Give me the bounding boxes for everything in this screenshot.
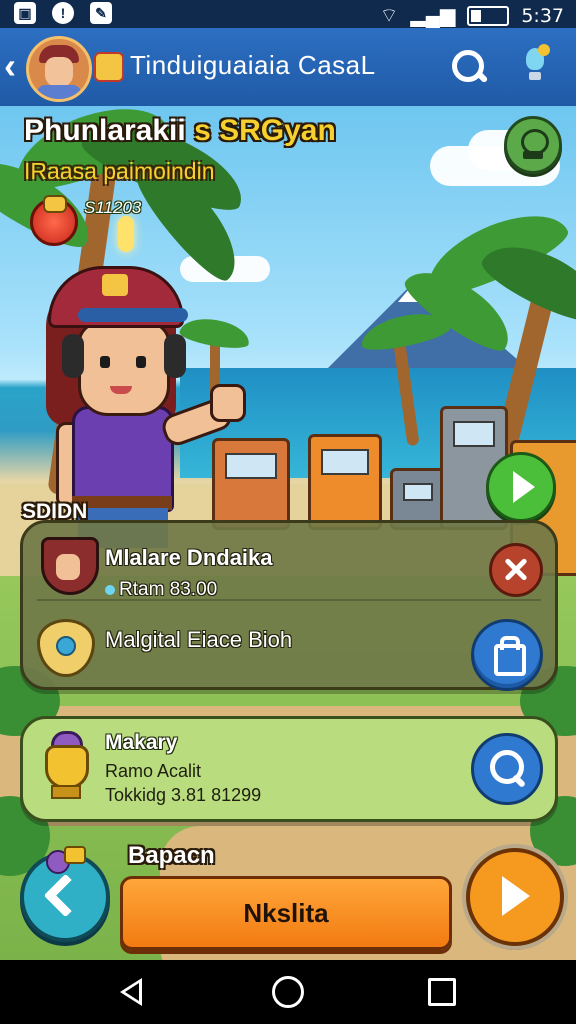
edit-notification-icon: ✎ (90, 2, 112, 24)
battery-icon (467, 5, 510, 26)
reward-line-a: Ramo Acalit (105, 761, 202, 781)
vending-machine (308, 434, 382, 530)
gold-bar-icon (64, 846, 86, 864)
zoom-button[interactable] (471, 733, 543, 805)
game-title: Phunlarakii s SRGyan (24, 114, 336, 148)
back-chevron-icon[interactable]: ‹ (4, 46, 16, 86)
reward-title: Makary (105, 731, 178, 754)
character-avatar-icon (41, 537, 99, 595)
game-title-main: Phunlarakii (24, 114, 186, 147)
profile-avatar[interactable] (26, 36, 92, 102)
bottom-label: Bapacn (128, 842, 215, 869)
system-nav-bar (0, 960, 576, 1024)
gem-dot-icon (105, 584, 115, 595)
search-button[interactable] (446, 44, 490, 88)
alert-notification-icon: ! (52, 2, 74, 24)
play-button[interactable] (486, 452, 556, 522)
coin-value: S11203 (84, 198, 142, 217)
panel-row1-subtitle: Rtam 83.00 (105, 579, 217, 601)
status-right-icons: ⌔ ▂▄▆ 5:37 (380, 3, 564, 28)
game-title-accent: s SRGyan (194, 114, 336, 147)
main-action-label: Nkslita (243, 897, 329, 928)
main-action-button[interactable]: Nkslita (120, 876, 452, 950)
trophy-icon (41, 731, 89, 799)
panel-row1-title: Mlalare Dndaika (105, 545, 273, 570)
panel-row2-title: Malgital Eiace Bioh (105, 627, 293, 652)
signal-icon: ▂▄▆ (410, 5, 456, 27)
panel-divider (37, 599, 541, 601)
fruit-coin-icon (30, 195, 78, 246)
nav-home-icon[interactable] (272, 976, 304, 1008)
nav-recents-icon[interactable] (428, 978, 456, 1006)
app-bar: ‹ Tinduiguaiaia CasaL (0, 28, 576, 106)
cap-logo (102, 274, 128, 296)
bag-button[interactable] (471, 619, 543, 691)
game-badge-icon (94, 52, 124, 82)
game-subtitle: IRaasa paimoindin (24, 158, 215, 184)
reward-line-b: Tokkidg 3.81 81299 (105, 785, 262, 805)
close-button[interactable] (489, 543, 543, 597)
wifi-icon: ⌔ (379, 5, 399, 27)
hint-button[interactable] (516, 42, 556, 90)
gallery-notification-icon: ▣ (14, 2, 36, 24)
app-title: Tinduiguaiaia CasaL (130, 50, 376, 80)
status-left-icons: ▣ ! ✎ (14, 2, 112, 24)
reward-panel: Makary Ramo Acalit Tokkidg 3.81 81299 (20, 716, 558, 822)
info-panel: Mlalare Dndaika Rtam 83.00 Malgital Eiac… (20, 520, 558, 691)
shield-icon (37, 619, 95, 677)
next-button[interactable] (466, 848, 564, 946)
panel-row1-value: Rtam 83.00 (119, 579, 218, 600)
status-bar: ▣ ! ✎ ⌔ ▂▄▆ 5:37 (0, 0, 576, 28)
trophy-badge-button[interactable] (504, 116, 562, 174)
sparkle-effect (118, 216, 134, 252)
nav-back-icon[interactable] (120, 978, 142, 1006)
status-time: 5:37 (521, 4, 564, 27)
